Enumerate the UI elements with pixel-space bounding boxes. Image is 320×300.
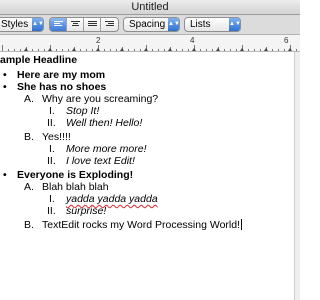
list-item-text: Here are my mom (17, 69, 106, 81)
styles-label: Styles (1, 19, 29, 30)
ruler-ticks (2, 45, 297, 51)
list-item-text-content: TextEdit rocks my Word Processing World! (42, 219, 241, 231)
list-item-text: Well then! Hello! (66, 117, 143, 129)
document-text-area[interactable]: ample Headline • Here are my mom • She h… (0, 52, 300, 300)
align-right-icon (105, 21, 114, 28)
tab-stop-marker[interactable] (144, 48, 148, 51)
tab-stop-marker[interactable] (288, 48, 292, 51)
list-item-text: Blah blah blah (42, 181, 109, 193)
format-toolbar: Styles ▲▼ Spacing ▲▼ Lists ▲▼ (0, 15, 300, 35)
align-center-button[interactable] (67, 18, 84, 31)
popup-arrows-icon: ▲▼ (32, 18, 44, 31)
popup-arrows-icon: ▲▼ (168, 18, 180, 31)
text-cursor (241, 219, 243, 230)
align-right-button[interactable] (101, 18, 118, 31)
align-justify-icon (88, 21, 97, 28)
ruler-number: 4 (190, 36, 195, 45)
list-marker: B. (24, 219, 34, 231)
tab-stop-marker[interactable] (96, 48, 100, 51)
tab-stop-marker[interactable] (240, 48, 244, 51)
tab-stop-marker[interactable] (192, 48, 196, 51)
list-marker: II. (47, 117, 56, 129)
list-marker: I. (49, 193, 55, 205)
list-marker: A. (24, 93, 34, 105)
list-item-text: I love text Edit! (66, 155, 135, 167)
lists-popup[interactable]: Lists ▲▼ (184, 17, 241, 32)
list-marker: II. (47, 205, 56, 217)
lists-label: Lists (190, 19, 211, 30)
window-title: Untitled (131, 1, 169, 13)
tab-stop-marker[interactable] (120, 48, 124, 51)
textedit-window: Untitled Styles ▲▼ Spacing ▲▼ Lists ▲▼ 2… (0, 0, 300, 300)
list-marker: • (3, 81, 7, 93)
tab-stop-marker[interactable] (264, 48, 268, 51)
ruler[interactable]: 2 4 6 (0, 35, 300, 52)
list-item-text: Stop It! (66, 105, 100, 117)
align-left-button[interactable] (50, 18, 67, 31)
ruler-number: 2 (96, 36, 101, 45)
list-marker: • (3, 69, 7, 81)
ruler-number: 6 (284, 36, 289, 45)
align-left-icon (54, 21, 63, 28)
list-marker: I. (49, 105, 55, 117)
list-item-text: More more more! (66, 143, 147, 155)
tab-stop-marker[interactable] (24, 48, 28, 51)
document-headline: ample Headline (0, 54, 78, 66)
list-item-text: She has no shoes (17, 81, 107, 93)
styles-popup[interactable]: Styles ▲▼ (0, 17, 44, 32)
title-bar[interactable]: Untitled (0, 0, 300, 15)
list-marker: I. (49, 143, 55, 155)
spacing-label: Spacing (129, 19, 166, 30)
spacing-popup[interactable]: Spacing ▲▼ (123, 17, 180, 32)
tab-stop-marker[interactable] (72, 48, 76, 51)
align-center-icon (71, 21, 80, 28)
align-justify-button[interactable] (84, 18, 101, 31)
list-item-text: Yes!!!! (42, 131, 71, 143)
list-item-text: surprise! (66, 205, 107, 217)
alignment-segmented-control (49, 17, 119, 32)
list-item-text: Everyone is Exploding! (17, 169, 134, 181)
tab-stop-marker[interactable] (168, 48, 172, 51)
list-item-text: yadda yadda yadda (66, 193, 158, 205)
list-marker: • (3, 169, 7, 181)
vertical-scrollbar[interactable] (294, 52, 300, 300)
tab-stop-marker[interactable] (216, 48, 220, 51)
tab-stop-marker[interactable] (48, 48, 52, 51)
list-item-text: TextEdit rocks my Word Processing World! (42, 219, 243, 231)
list-marker: B. (24, 131, 34, 143)
list-item-text: Why are you screaming? (42, 93, 159, 105)
list-marker: A. (24, 181, 34, 193)
popup-arrows-icon: ▲▼ (229, 18, 241, 31)
list-marker: II. (47, 155, 56, 167)
